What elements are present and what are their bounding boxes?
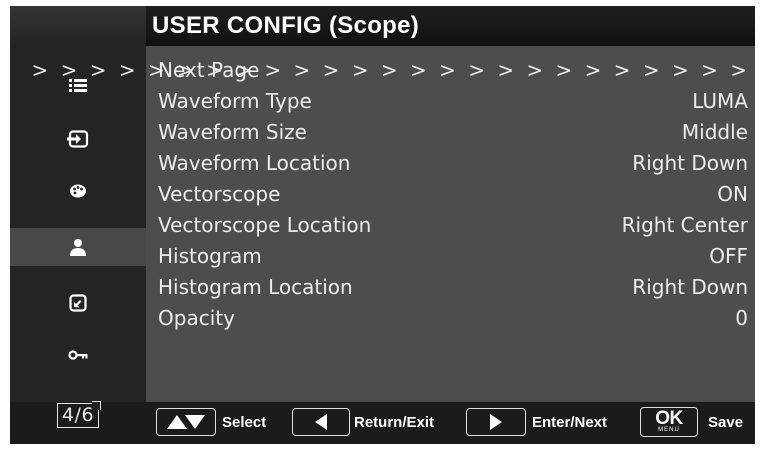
menu-key-label: MENU xyxy=(658,427,680,433)
menu-row-label: Waveform Location xyxy=(158,151,351,175)
save-hint: Save xyxy=(708,414,744,431)
enter-next-hint: Enter/Next xyxy=(532,414,608,431)
menu-row-value: LUMA xyxy=(692,89,748,113)
page-title: USER CONFIG (Scope) xyxy=(152,12,420,39)
menu-row-waveform-location[interactable]: Waveform Location Right Down xyxy=(158,148,748,179)
menu-row-opacity[interactable]: Opacity 0 xyxy=(158,303,748,334)
menu-row-waveform-size[interactable]: Waveform Size Middle xyxy=(158,117,748,148)
title-bar: USER CONFIG (Scope) xyxy=(10,6,755,46)
title-bar-spacer xyxy=(10,6,146,46)
external-icon xyxy=(69,294,87,312)
osd-screen: USER CONFIG (Scope) 4/6 Next Page > > > … xyxy=(10,6,755,444)
palette-icon xyxy=(70,184,86,198)
sidebar-item-input[interactable] xyxy=(10,120,146,158)
menu-row-label: Histogram xyxy=(158,244,262,268)
menu-row-label: Waveform Size xyxy=(158,120,307,144)
menu-row-value: Right Center xyxy=(621,213,748,237)
page-indicator: 4/6 xyxy=(10,396,146,434)
menu-row-value: Right Down xyxy=(632,151,748,175)
menu-row-value: Middle xyxy=(681,120,748,144)
menu-row-label: Vectorscope Location xyxy=(158,213,372,237)
menu-row-value: ON xyxy=(717,182,748,206)
menu-row-label: Opacity xyxy=(158,306,235,330)
up-down-arrows-icon xyxy=(167,415,205,429)
left-arrow-icon xyxy=(315,414,327,430)
input-icon xyxy=(67,130,89,148)
page-indicator-text: 4/6 xyxy=(56,400,102,428)
menu-row-label: Waveform Type xyxy=(158,89,312,113)
menu-row-value: OFF xyxy=(709,244,748,268)
return-exit-hint: Return/Exit xyxy=(354,414,435,431)
ok-key-label: OK xyxy=(655,408,683,429)
menu-row-vectorscope[interactable]: Vectorscope ON xyxy=(158,179,748,210)
menu-row-value: Right Down xyxy=(632,275,748,299)
menu-row-label: Histogram Location xyxy=(158,275,353,299)
right-arrow-icon xyxy=(490,414,502,430)
menu-panel: Next Page > > > > > > > > > > > > > > > … xyxy=(31,46,755,402)
menu-row-value: > > > > > > > > > > > > > > > > > > > > … xyxy=(31,58,750,82)
sidebar-item-key[interactable] xyxy=(10,336,146,374)
ok-menu-key[interactable]: OK MENU xyxy=(640,407,698,437)
left-key[interactable] xyxy=(292,408,350,436)
sidebar-item-external[interactable] xyxy=(10,284,146,322)
sidebar: 4/6 xyxy=(10,46,146,428)
menu-row-next-page[interactable]: Next Page > > > > > > > > > > > > > > > … xyxy=(31,55,748,86)
right-key[interactable] xyxy=(466,408,526,436)
sidebar-item-color[interactable] xyxy=(10,172,146,210)
menu-row-histogram-location[interactable]: Histogram Location Right Down xyxy=(158,272,748,303)
menu-row-waveform-type[interactable]: Waveform Type LUMA xyxy=(158,86,748,117)
menu-row-value: 0 xyxy=(735,306,748,330)
sidebar-item-user-config[interactable] xyxy=(10,228,146,266)
key-hint-bar: Select Return/Exit Enter/Next OK MENU Sa… xyxy=(146,402,755,444)
menu-row-label: Vectorscope xyxy=(158,182,281,206)
select-hint: Select xyxy=(222,414,267,431)
user-icon xyxy=(70,239,86,256)
menu-row-histogram[interactable]: Histogram OFF xyxy=(158,241,748,272)
key-icon xyxy=(68,350,88,360)
menu-row-vectorscope-location[interactable]: Vectorscope Location Right Center xyxy=(158,210,748,241)
up-down-key[interactable] xyxy=(156,408,216,436)
